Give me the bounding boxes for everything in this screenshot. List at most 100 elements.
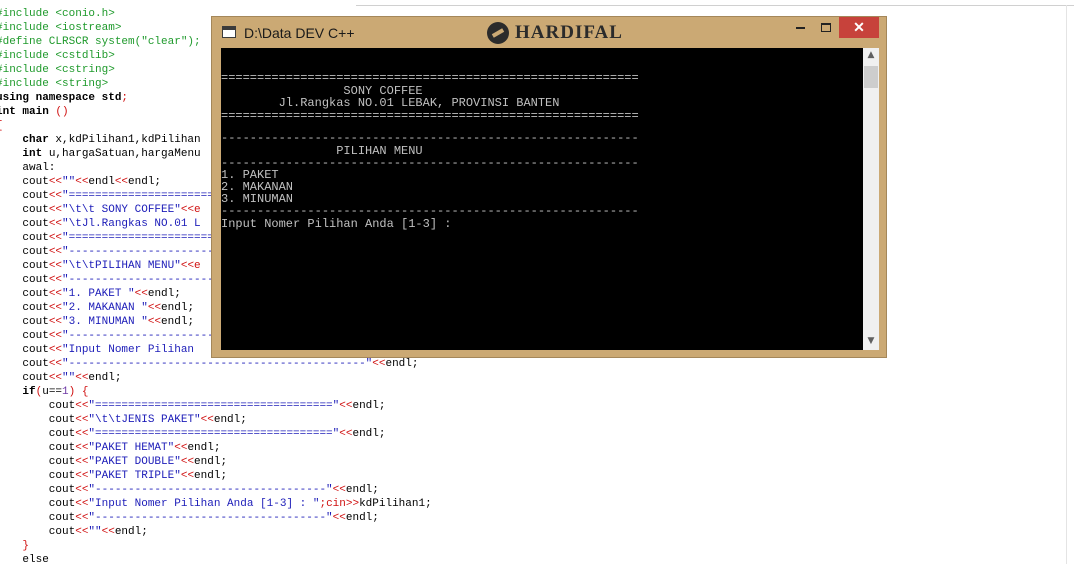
minimize-button[interactable] xyxy=(787,18,813,38)
code-token: << xyxy=(332,512,346,524)
code-token: << xyxy=(174,442,188,454)
code-token: cout xyxy=(0,372,49,384)
code-token: cout xyxy=(0,274,49,286)
console-window[interactable]: D:\Data DEV C++ HARDIFAL ✕ =============… xyxy=(211,16,887,358)
code-token: << xyxy=(372,358,386,370)
code-token: 1 xyxy=(62,386,69,398)
code-token: #include <conio.h> xyxy=(0,8,115,20)
code-token: << xyxy=(48,218,63,230)
code-line[interactable]: cout<<""<<endl; xyxy=(0,525,432,539)
code-token: endl xyxy=(88,176,115,188)
code-token: endl; xyxy=(161,302,195,314)
code-token: endl; xyxy=(352,400,386,412)
code-token: endl; xyxy=(385,358,419,370)
code-token: u,hargaSatuan,hargaMenu xyxy=(42,148,201,160)
brand-text: HARDIFAL xyxy=(515,22,623,43)
code-token: "PAKET TRIPLE" xyxy=(88,470,181,482)
code-token: cout xyxy=(0,218,49,230)
code-token: << xyxy=(48,330,63,342)
code-token: << xyxy=(339,400,353,412)
code-line[interactable]: cout<<"\t\tJENIS PAKET"<<endl; xyxy=(0,413,432,427)
code-token: endl; xyxy=(194,456,228,468)
code-token: << xyxy=(339,428,353,440)
code-token: << xyxy=(48,372,63,384)
close-button[interactable]: ✕ xyxy=(839,17,879,38)
code-token: << xyxy=(75,498,89,510)
console-output[interactable]: ========================================… xyxy=(221,48,863,350)
code-token: << xyxy=(75,526,89,538)
code-token: << xyxy=(48,358,63,370)
code-line[interactable]: cout<<"PAKET HEMAT"<<endl; xyxy=(0,441,432,455)
code-token: cout xyxy=(0,246,49,258)
code-token: cout xyxy=(0,526,76,538)
code-token: cout xyxy=(0,470,76,482)
code-token: "\t\tJENIS PAKET" xyxy=(88,414,201,426)
code-token: cout xyxy=(0,400,76,412)
code-line[interactable]: cout<<"PAKET DOUBLE"<<endl; xyxy=(0,455,432,469)
code-line[interactable]: if(u==1) { xyxy=(0,385,432,399)
code-token: cout xyxy=(0,358,49,370)
maximize-button[interactable] xyxy=(813,18,839,38)
code-token: awal: xyxy=(0,162,56,174)
code-token: << xyxy=(75,428,89,440)
code-token: << xyxy=(48,232,63,244)
code-line[interactable]: } xyxy=(0,539,432,553)
code-line[interactable]: else xyxy=(0,553,432,567)
code-token: "" xyxy=(62,372,76,384)
console-line: ----------------------------------------… xyxy=(221,204,639,218)
code-token: cout xyxy=(0,190,49,202)
code-line[interactable]: cout<<"---------------------------------… xyxy=(0,483,432,497)
code-line[interactable]: cout<<"PAKET TRIPLE"<<endl; xyxy=(0,469,432,483)
code-token: cout xyxy=(0,512,76,524)
code-line[interactable]: cout<<"---------------------------------… xyxy=(0,511,432,525)
console-line: ========================================… xyxy=(221,71,639,85)
code-token: <<e xyxy=(180,204,201,216)
scroll-down-arrow-icon[interactable]: ▼ xyxy=(863,336,879,346)
console-title-bar[interactable]: D:\Data DEV C++ HARDIFAL ✕ xyxy=(212,17,886,48)
code-token: "\tJl.Rangkas NO.01 L xyxy=(62,218,201,230)
code-token: "-----------------------------------" xyxy=(88,484,333,496)
code-token: cout xyxy=(0,498,76,510)
code-token: "2. MAKANAN " xyxy=(62,302,148,314)
code-line[interactable]: cout<<"Input Nomer Pilihan Anda [1-3] : … xyxy=(0,497,432,511)
code-line[interactable]: cout<<"=================================… xyxy=(0,399,432,413)
code-token: "====================================" xyxy=(88,428,340,440)
console-line: ----------------------------------------… xyxy=(221,156,639,170)
code-token: cout xyxy=(0,428,76,440)
code-token: kdPilihan1; xyxy=(359,498,432,510)
code-token: << xyxy=(75,512,89,524)
code-token: int main xyxy=(0,106,56,118)
code-token: "Input Nomer Pilihan Anda [1-3] : " xyxy=(88,498,320,510)
code-token: cout xyxy=(0,442,76,454)
code-token: #include <cstring> xyxy=(0,64,115,76)
code-token: endl; xyxy=(213,414,247,426)
code-token: "PAKET HEMAT" xyxy=(88,442,175,454)
code-token: << xyxy=(75,456,89,468)
code-line[interactable]: cout<<"---------------------------------… xyxy=(0,357,432,371)
code-token: u== xyxy=(42,386,63,398)
code-token: "-----------------------------------" xyxy=(88,512,333,524)
code-token: endl; xyxy=(161,316,195,328)
vertical-scrollbar[interactable]: ▲ ▼ xyxy=(863,48,879,350)
code-token: cout xyxy=(0,316,49,328)
maximize-icon xyxy=(821,23,831,33)
code-token: endl; xyxy=(345,512,379,524)
code-token: #define CLRSCR system("clear"); xyxy=(0,36,201,48)
code-token: "3. MINUMAN " xyxy=(62,316,148,328)
code-token: "\t\tPILIHAN MENU" xyxy=(62,260,181,272)
code-line[interactable]: cout<<""<<endl; xyxy=(0,371,432,385)
console-app-icon xyxy=(222,26,236,38)
editor-right-divider xyxy=(1066,5,1067,564)
code-token: "---------------------------------------… xyxy=(62,358,373,370)
code-line[interactable]: cout<<"=================================… xyxy=(0,427,432,441)
code-token: << xyxy=(75,400,89,412)
scrollbar-thumb[interactable] xyxy=(864,66,878,88)
minimize-icon xyxy=(795,26,805,29)
scroll-up-arrow-icon[interactable]: ▲ xyxy=(863,50,879,60)
code-token: endl; xyxy=(147,288,181,300)
code-token: << xyxy=(75,176,89,188)
code-token: char xyxy=(22,134,49,146)
code-token: << xyxy=(48,288,63,300)
code-token: endl; xyxy=(128,176,162,188)
